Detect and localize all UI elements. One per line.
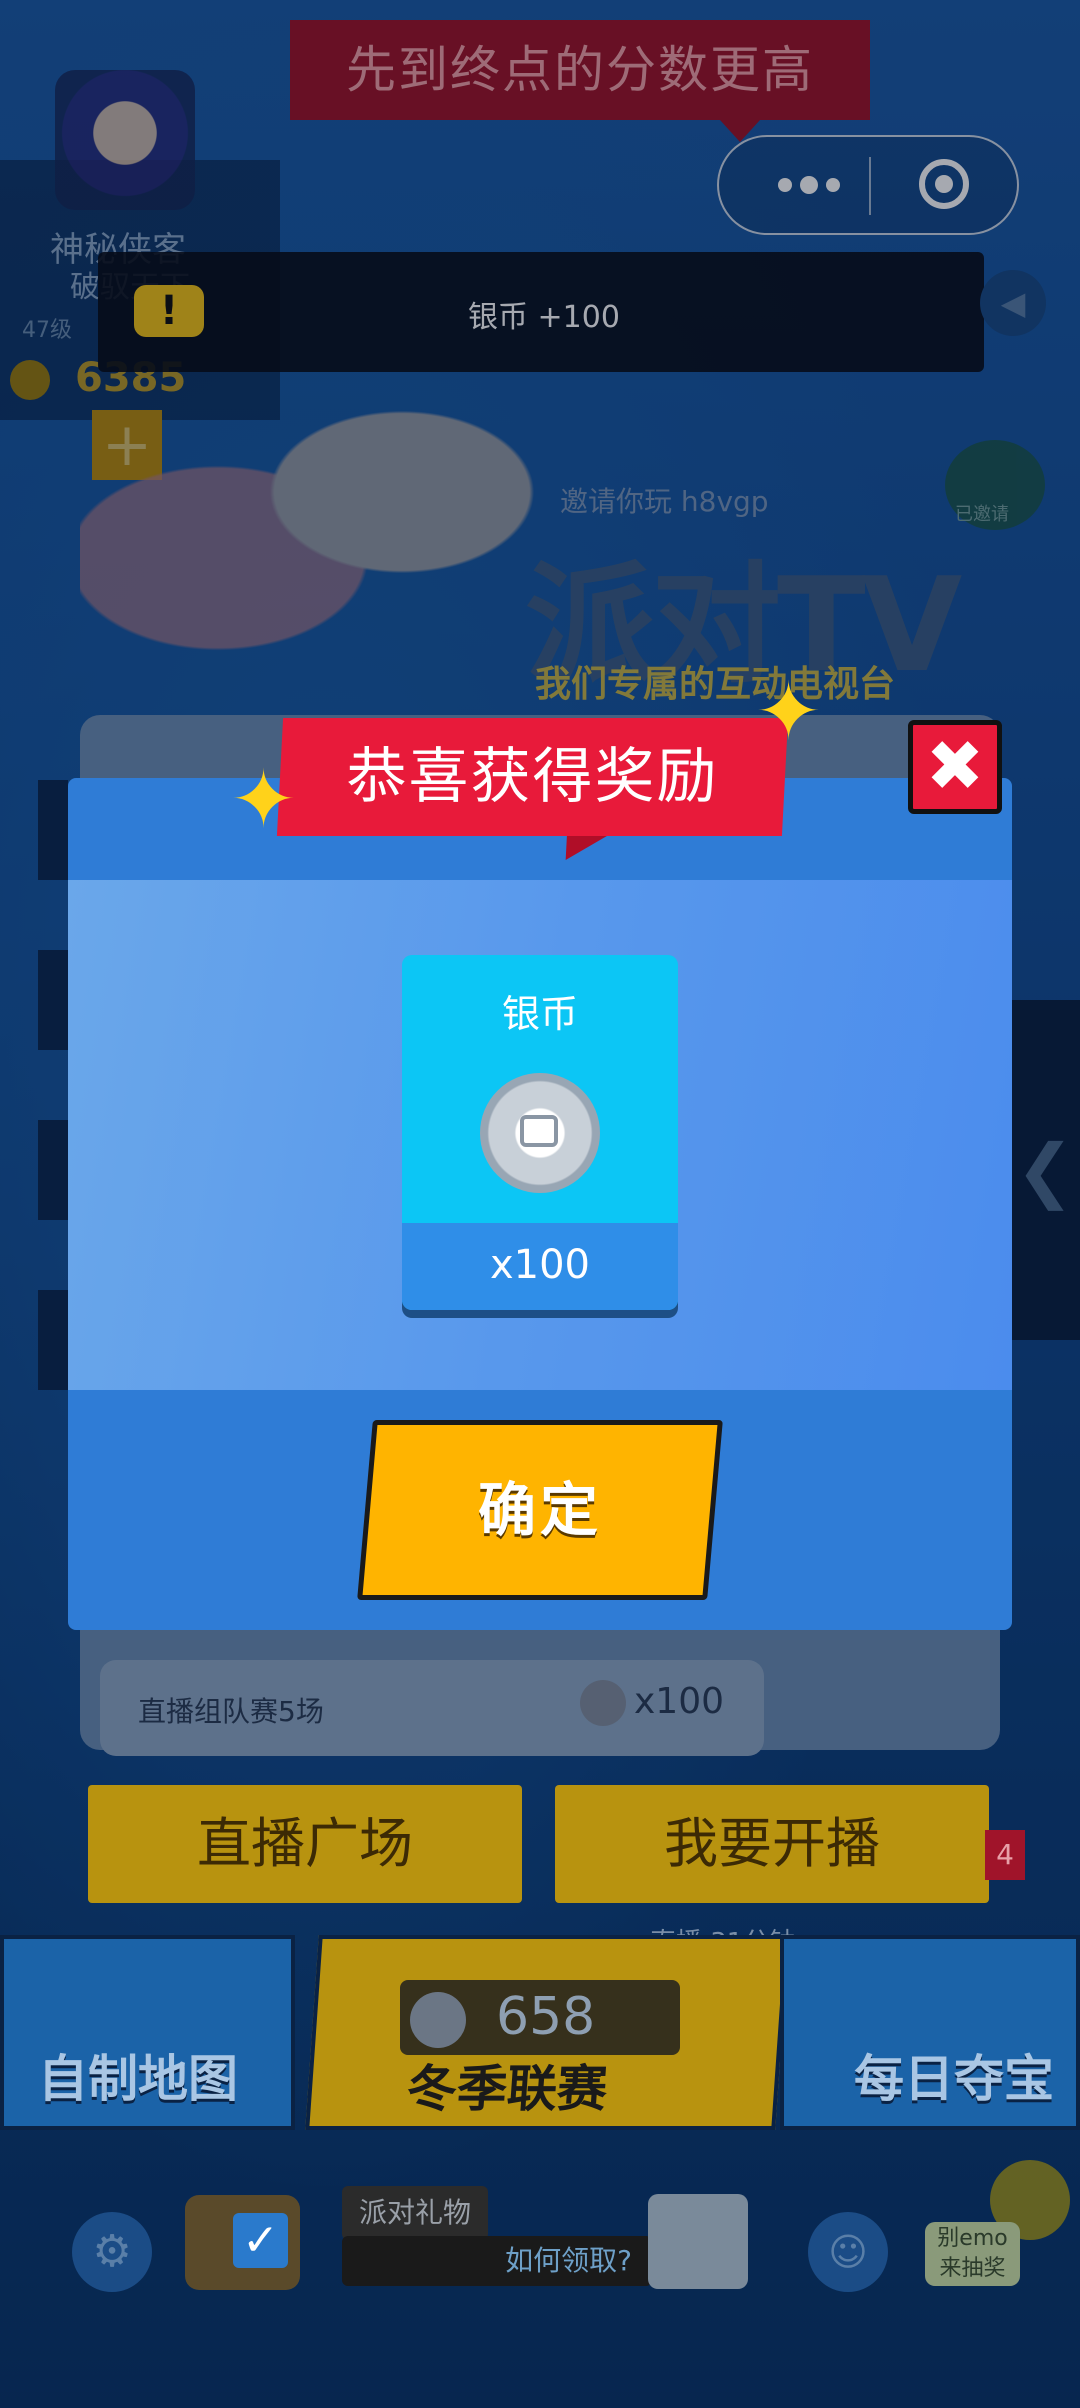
live-plaza-button[interactable]: 直播广场 bbox=[88, 1785, 522, 1903]
tv-checkin-icon[interactable] bbox=[185, 2195, 300, 2290]
gift-box-icon[interactable] bbox=[648, 2194, 748, 2289]
silver-coin-icon bbox=[480, 1073, 600, 1193]
silver-coin-icon bbox=[410, 1992, 466, 2048]
chat-icon[interactable]: ☺ bbox=[808, 2212, 888, 2292]
party-gift-tag: 派对礼物 bbox=[342, 2186, 488, 2240]
custom-map-label: 自制地图 bbox=[38, 2050, 238, 2108]
confirm-button-label[interactable]: 确定 bbox=[365, 1420, 715, 1600]
reward-name: 银币 bbox=[501, 992, 578, 1036]
gear-icon[interactable]: ⚙ bbox=[72, 2212, 152, 2292]
notification-badge: 4 bbox=[985, 1830, 1025, 1880]
daily-treasure-label: 每日夺宝 bbox=[854, 2050, 1054, 2108]
winter-league-label: 冬季联赛 bbox=[405, 2060, 610, 2118]
how-to-claim-link[interactable]: 如何领取? bbox=[342, 2236, 652, 2286]
close-button[interactable]: ✖ bbox=[908, 720, 1002, 814]
start-live-button[interactable]: 我要开播 bbox=[555, 1785, 989, 1903]
reward-quantity: x100 bbox=[402, 1223, 678, 1310]
lottery-line-2: 来抽奖 bbox=[939, 2256, 1006, 2281]
silver-coin-amount: 658 bbox=[496, 1987, 596, 2047]
lottery-line-1: 别emo bbox=[937, 2226, 1008, 2251]
sparkle-icon: ✦ bbox=[230, 753, 298, 846]
sparkle-icon: ✦ bbox=[755, 665, 823, 758]
reward-card: 银币 x100 bbox=[402, 955, 678, 1310]
silver-coin-counter: 658 bbox=[400, 1980, 680, 2055]
modal-title: 恭喜获得奖励 bbox=[346, 742, 719, 812]
lottery-button[interactable]: 别emo 来抽奖 bbox=[925, 2222, 1020, 2286]
custom-map-tile[interactable]: 自制地图 bbox=[0, 1935, 295, 2130]
daily-treasure-tile[interactable]: 每日夺宝 bbox=[780, 1935, 1080, 2130]
